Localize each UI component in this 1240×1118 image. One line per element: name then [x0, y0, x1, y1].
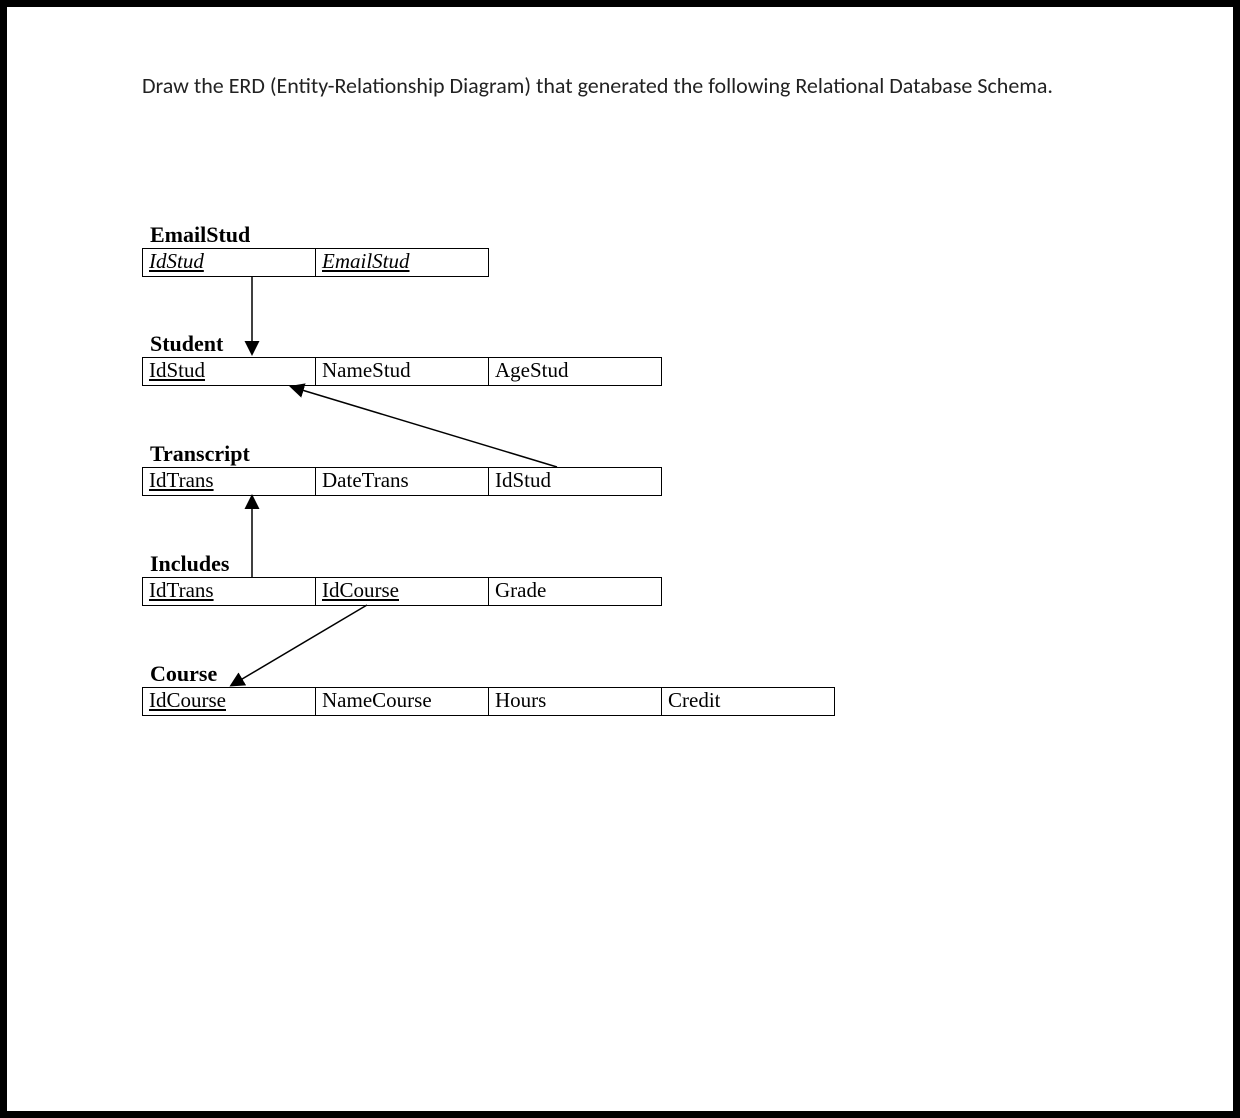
table-transcript: IdTrans DateTrans IdStud: [142, 467, 662, 496]
arrow-includes-to-course: [232, 605, 367, 685]
col-student-1: NameStud: [316, 358, 489, 386]
question-prompt: Draw the ERD (Entity-Relationship Diagra…: [142, 69, 1112, 103]
col-course-2: Hours: [489, 688, 662, 716]
table-title-course: Course: [150, 661, 217, 687]
col-student-0: IdStud: [143, 358, 316, 386]
table-title-includes: Includes: [150, 551, 229, 577]
table-includes: IdTrans IdCourse Grade: [142, 577, 662, 606]
col-transcript-1: DateTrans: [316, 468, 489, 496]
col-emailstud-1: EmailStud: [316, 249, 489, 277]
col-includes-0: IdTrans: [143, 578, 316, 606]
table-course: IdCourse NameCourse Hours Credit: [142, 687, 835, 716]
col-transcript-0: IdTrans: [143, 468, 316, 496]
page: Draw the ERD (Entity-Relationship Diagra…: [7, 7, 1233, 1111]
col-course-0: IdCourse: [143, 688, 316, 716]
col-transcript-2: IdStud: [489, 468, 662, 496]
col-includes-2: Grade: [489, 578, 662, 606]
col-course-1: NameCourse: [316, 688, 489, 716]
table-title-transcript: Transcript: [150, 441, 250, 467]
table-emailstud: IdStud EmailStud: [142, 248, 489, 277]
table-title-student: Student: [150, 331, 223, 357]
col-includes-1: IdCourse: [316, 578, 489, 606]
table-title-emailstud: EmailStud: [150, 222, 250, 248]
table-student: IdStud NameStud AgeStud: [142, 357, 662, 386]
col-emailstud-0: IdStud: [143, 249, 316, 277]
arrow-transcript-to-student: [292, 387, 557, 467]
col-student-2: AgeStud: [489, 358, 662, 386]
col-course-3: Credit: [662, 688, 835, 716]
